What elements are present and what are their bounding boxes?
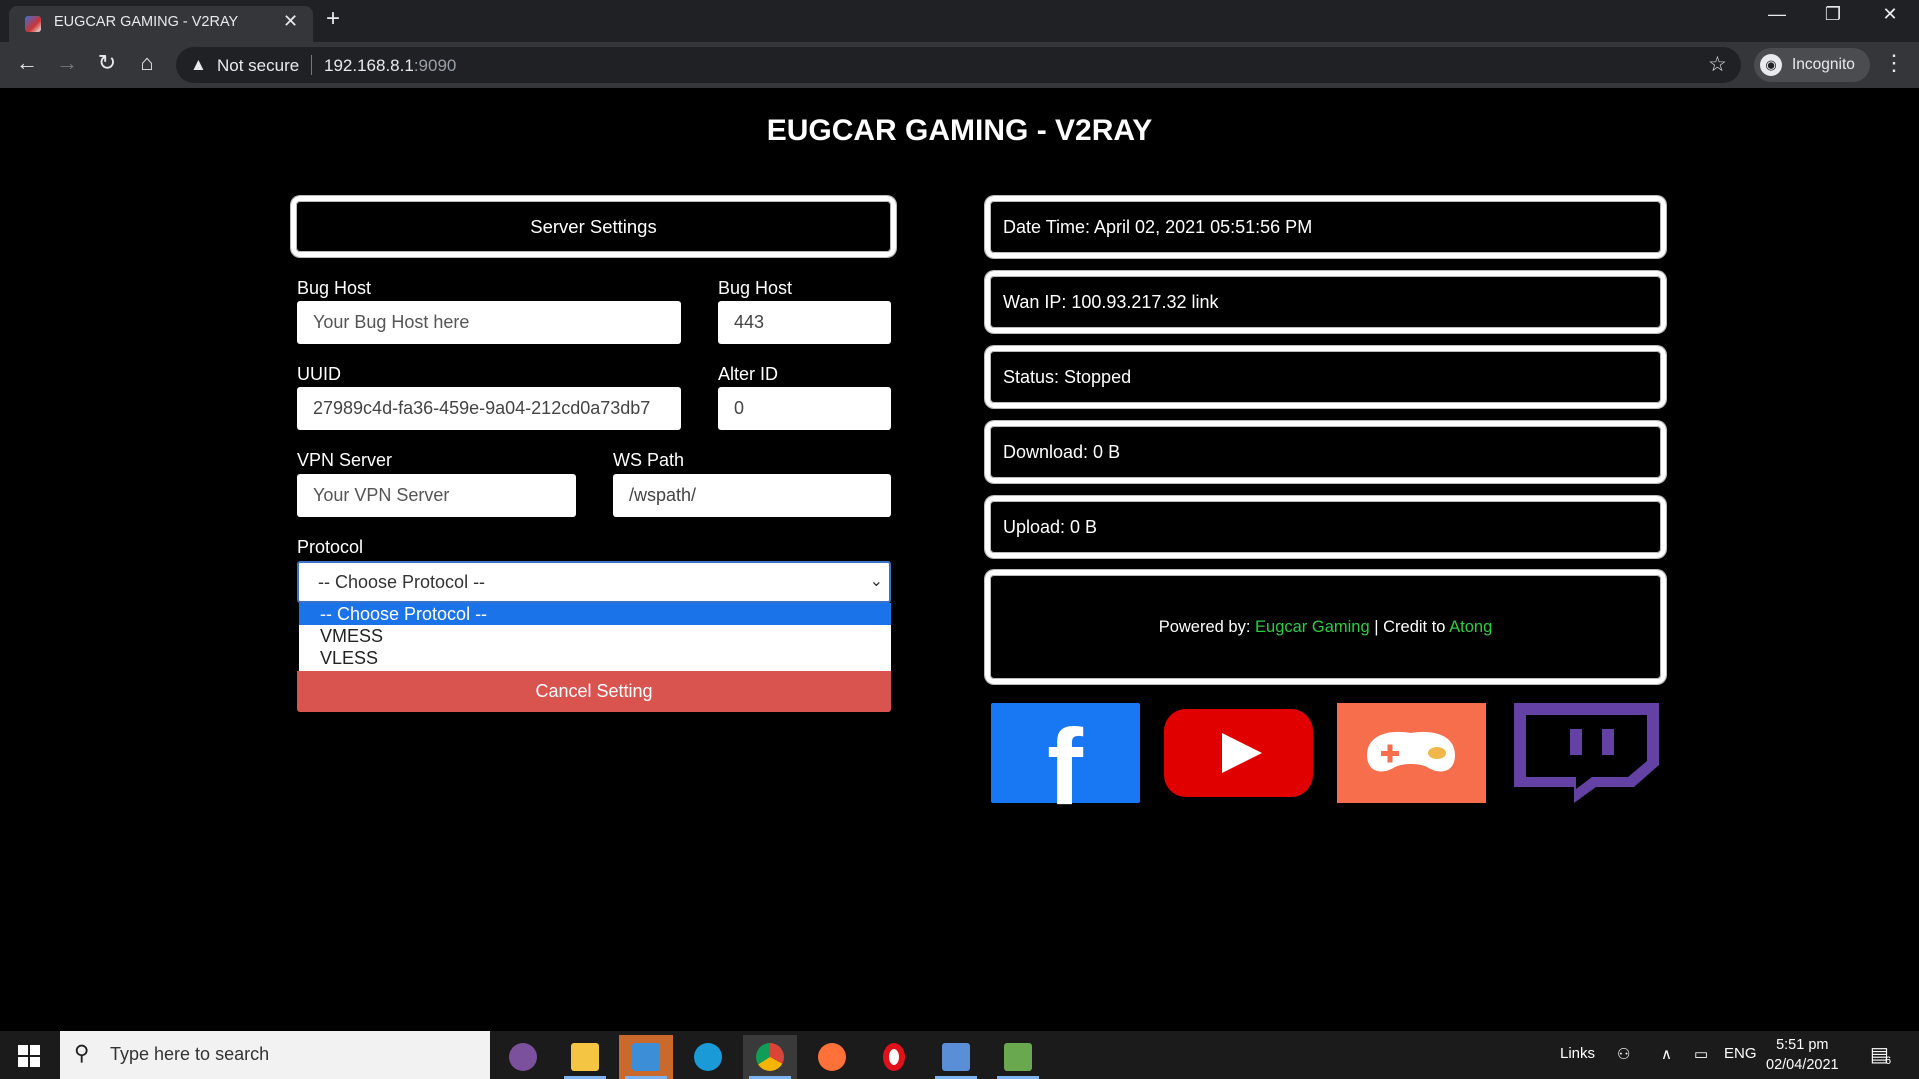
chevron-up-icon[interactable]: ∧ (1661, 1045, 1672, 1063)
network-app-icon[interactable] (619, 1035, 673, 1079)
browser-menu-icon[interactable]: ⋮ (1883, 50, 1905, 76)
browser-toolbar: ← → ↻ ⌂ ▲ Not secure 192.168.8.1:9090 ☆ … (0, 42, 1919, 88)
close-tab-icon[interactable]: ✕ (283, 11, 298, 32)
uuid-label: UUID (297, 364, 341, 384)
protocol-selected-value: -- Choose Protocol -- (318, 572, 486, 592)
remote-desktop-icon[interactable] (929, 1035, 983, 1079)
search-icon: ⚲ (74, 1042, 90, 1065)
firefox-icon[interactable] (805, 1035, 859, 1079)
clock-time: 5:51 pm (1776, 1037, 1829, 1053)
back-icon[interactable]: ← (12, 50, 42, 76)
url-text: 192.168.8.1:9090 (324, 56, 457, 75)
tab-title: EUGCAR GAMING - V2RAY (54, 14, 239, 30)
page-title: EUGCAR GAMING - V2RAY (766, 114, 1153, 147)
upload-box: Upload: 0 B (985, 496, 1666, 558)
language-indicator[interactable]: ENG (1724, 1045, 1757, 1062)
incognito-profile-button[interactable]: ◉ Incognito (1754, 48, 1870, 82)
wan-ip-box: Wan IP: 100.93.217.32 link (985, 271, 1666, 333)
restore-icon[interactable]: ❐ (1813, 4, 1853, 25)
clock-date: 02/04/2021 (1766, 1057, 1839, 1073)
youtube-icon[interactable] (1164, 709, 1313, 797)
vpn-server-input[interactable]: Your VPN Server (297, 474, 576, 517)
ws-path-input[interactable]: /wspath/ (613, 474, 891, 517)
taskbar-search-box[interactable]: ⚲ Type here to search (60, 1031, 490, 1079)
forward-icon[interactable]: → (52, 50, 82, 76)
close-window-icon[interactable]: ✕ (1870, 4, 1910, 25)
alter-id-label: Alter ID (718, 364, 779, 384)
notification-count: 6 (1885, 1055, 1892, 1067)
windows-start-icon[interactable] (18, 1045, 40, 1067)
credits-box: Powered by: Eugcar Gaming | Credit to At… (985, 570, 1666, 684)
protocol-label: Protocol (297, 537, 364, 557)
facebook-icon[interactable]: f (991, 703, 1140, 821)
viber-icon[interactable] (496, 1035, 550, 1079)
bug-host-label: Bug Host (297, 278, 372, 298)
uuid-input[interactable]: 27989c4d-fa36-459e-9a04-212cd0a73db7 (297, 387, 681, 430)
chevron-down-icon: ⌄ (869, 573, 883, 590)
bookmark-star-icon[interactable]: ☆ (1708, 52, 1727, 77)
game-controller-icon[interactable] (1337, 703, 1486, 803)
clock[interactable]: 5:51 pm 02/04/2021 (1766, 1035, 1839, 1075)
profile-label: Incognito (1792, 56, 1855, 73)
bug-host-input[interactable]: Your Bug Host here (297, 301, 681, 344)
powered-prefix: Powered by: (1158, 618, 1256, 636)
divider (311, 55, 312, 75)
protocol-option[interactable]: VMESS (299, 625, 891, 647)
chrome-icon[interactable] (743, 1035, 797, 1079)
opera-icon[interactable] (867, 1035, 921, 1079)
file-explorer-icon[interactable] (558, 1035, 612, 1079)
server-settings-button[interactable]: Server Settings (291, 196, 896, 257)
datetime-box: Date Time: April 02, 2021 05:51:56 PM (985, 196, 1666, 258)
powered-link[interactable]: Eugcar Gaming (1255, 618, 1370, 636)
new-tab-icon[interactable]: + (326, 5, 340, 33)
search-placeholder: Type here to search (110, 1044, 270, 1064)
security-label: Not secure (217, 56, 300, 75)
meet-now-icon[interactable]: ▭ (1694, 1045, 1708, 1063)
browser-tab[interactable]: EUGCAR GAMING - V2RAY ✕ (9, 6, 313, 42)
protocol-dropdown: -- Choose Protocol -- VMESS VLESS (299, 603, 891, 671)
vpn-server-label: VPN Server (297, 450, 393, 470)
credit-link[interactable]: Atong (1449, 618, 1492, 636)
minimize-icon[interactable]: — (1757, 4, 1797, 25)
status-box: Status: Stopped (985, 346, 1666, 408)
people-icon[interactable]: ⚇ (1617, 1045, 1630, 1063)
bug-port-label: Bug Host (718, 278, 793, 298)
windows-taskbar: ⚲ Type here to search Links ⚇ ∧ ▭ ENG 5:… (0, 1031, 1919, 1079)
home-icon[interactable]: ⌂ (132, 50, 162, 76)
alter-id-input[interactable]: 0 (718, 387, 891, 430)
credit-prefix: | Credit to (1369, 618, 1450, 636)
edge-icon[interactable] (681, 1035, 735, 1079)
download-box: Download: 0 B (985, 421, 1666, 483)
twitch-icon[interactable] (1510, 703, 1659, 803)
protocol-option[interactable]: VLESS (299, 647, 891, 669)
protocol-select[interactable]: -- Choose Protocol -- ⌄ (297, 561, 891, 603)
ws-path-label: WS Path (613, 450, 685, 470)
warning-icon: ▲ (190, 55, 207, 74)
protocol-option[interactable]: -- Choose Protocol -- (299, 603, 891, 625)
links-toolbar[interactable]: Links (1560, 1045, 1595, 1062)
browser-tab-bar: EUGCAR GAMING - V2RAY ✕ + — ❐ ✕ (0, 0, 1919, 42)
reload-icon[interactable]: ↻ (92, 50, 122, 76)
address-bar[interactable]: ▲ Not secure 192.168.8.1:9090 ☆ (176, 47, 1741, 83)
cancel-setting-button[interactable]: Cancel Setting (297, 671, 891, 712)
favicon-icon (25, 16, 41, 32)
image-app-icon[interactable] (991, 1035, 1045, 1079)
incognito-icon: ◉ (1760, 54, 1782, 76)
bug-port-input[interactable]: 443 (718, 301, 891, 344)
